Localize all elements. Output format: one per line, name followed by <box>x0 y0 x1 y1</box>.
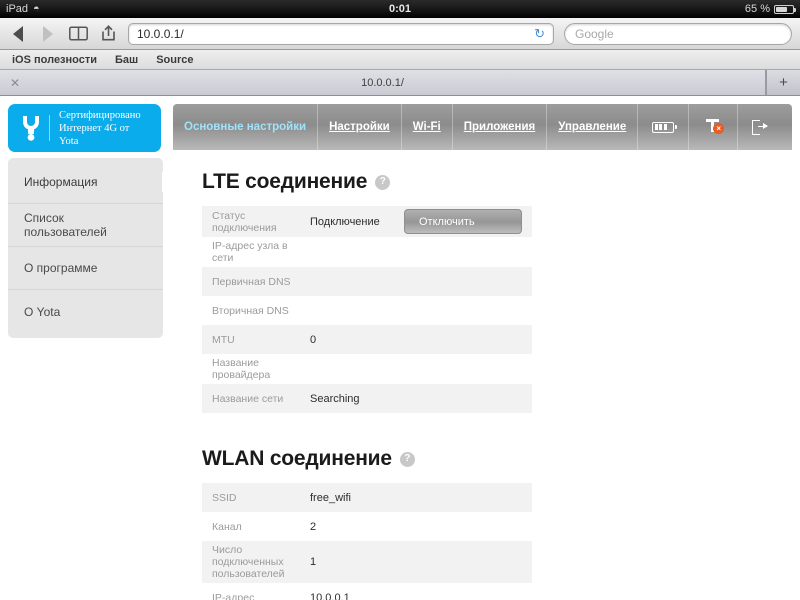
disconnect-button-label: Отключить <box>404 209 522 234</box>
battery-percent-label: 65 % <box>744 3 770 15</box>
nav-item-main-settings[interactable]: Основные настройки <box>173 104 319 150</box>
browser-toolbar: 10.0.0.1/ ↻ Google <box>0 18 800 50</box>
table-row: Канал 2 <box>202 512 532 541</box>
brand-caption-line1: Сертифицировано <box>59 109 141 121</box>
share-icon[interactable] <box>98 23 118 45</box>
nav-item-applications[interactable]: Приложения <box>453 104 548 150</box>
signal-antenna-icon: × <box>703 118 725 136</box>
table-row: Число подключенных пользователей 1 <box>202 541 532 583</box>
row-value: 0 <box>310 333 317 346</box>
nav-item-settings[interactable]: Настройки <box>318 104 402 150</box>
logout-icon <box>752 119 769 135</box>
reload-icon[interactable]: ↻ <box>534 26 545 42</box>
row-key: MTU <box>212 333 235 346</box>
row-value: Searching <box>310 392 360 405</box>
nav-logout-button[interactable] <box>738 104 783 150</box>
table-row: SSID free_wifi <box>202 483 532 512</box>
bookmark-item-source[interactable]: Source <box>156 54 193 66</box>
table-row: IP-адрес узла в сети <box>202 237 532 267</box>
row-key: Число подключенных пользователей <box>212 544 285 580</box>
lte-info-table: Статус подключения Подключение Отключить… <box>202 206 532 413</box>
row-key: Вторичная DNS <box>212 304 289 317</box>
bookmark-item-bash[interactable]: Баш <box>115 54 138 66</box>
browser-tab[interactable]: ✕ 10.0.0.1/ <box>0 70 766 95</box>
router-admin-page: Сертифицировано Интернет 4G от Yota Осно… <box>0 96 800 600</box>
table-row: IP-адрес 10.0.0.1 <box>202 583 532 600</box>
table-row: Статус подключения Подключение Отключить <box>202 206 532 237</box>
router-header: Сертифицировано Интернет 4G от Yota Осно… <box>0 96 800 158</box>
section-title-wlan: WLAN соединение ? <box>202 447 770 471</box>
wlan-info-table: SSID free_wifi Канал 2 Число подключенны… <box>202 483 532 600</box>
sidebar-item-label: О Yota <box>24 304 61 319</box>
row-key: Название сети <box>212 392 284 405</box>
nav-signal-status[interactable]: × <box>689 104 739 150</box>
search-placeholder: Google <box>575 26 614 41</box>
ios-status-bar: iPad ◓ 0:01 65 % <box>0 0 800 18</box>
disconnect-button[interactable]: Отключить <box>404 209 522 234</box>
signal-error-badge: × <box>713 123 725 134</box>
brand-caption: Сертифицировано Интернет 4G от Yota <box>59 109 151 148</box>
table-row: MTU 0 <box>202 325 532 354</box>
sidebar-item-information[interactable]: Информация <box>8 161 163 204</box>
row-key: Канал <box>212 520 242 533</box>
sidebar: Информация Список пользователей О програ… <box>8 158 163 338</box>
sidebar-item-about-yota[interactable]: О Yota <box>8 290 163 333</box>
router-nav-bar: Основные настройки Настройки Wi-Fi Прило… <box>173 104 792 150</box>
battery-icon <box>652 121 678 133</box>
row-key: Первичная DNS <box>212 275 291 288</box>
clock-label: 0:01 <box>388 3 412 15</box>
tab-bar: ✕ 10.0.0.1/ + <box>0 70 800 96</box>
nav-battery-status[interactable] <box>638 104 690 150</box>
bookmarks-bar: iOS полезности Баш Source <box>0 50 800 70</box>
sidebar-item-user-list[interactable]: Список пользователей <box>8 204 163 247</box>
forward-arrow-icon <box>38 23 58 45</box>
address-bar[interactable]: 10.0.0.1/ ↻ <box>128 22 554 45</box>
help-icon[interactable]: ? <box>399 451 415 467</box>
address-bar-value: 10.0.0.1/ <box>137 26 184 41</box>
router-body: Информация Список пользователей О програ… <box>0 158 800 600</box>
row-value: 2 <box>310 520 317 533</box>
yota-logo-icon <box>18 113 44 143</box>
ios-status-right: 65 % <box>744 3 796 15</box>
table-row: Вторичная DNS <box>202 296 532 325</box>
sidebar-item-label: Информация <box>24 175 98 189</box>
row-key: Статус подключения <box>212 209 277 234</box>
row-value: Подключение <box>310 215 380 228</box>
nav-item-wifi[interactable]: Wi-Fi <box>402 104 453 150</box>
bookmark-item-ios[interactable]: iOS полезности <box>12 54 97 66</box>
brand-caption-line2: Интернет 4G от Yota <box>59 122 130 147</box>
sidebar-item-label: Список пользователей <box>24 211 107 239</box>
row-value: 10.0.0.1 <box>310 591 350 600</box>
section-title-text: WLAN соединение <box>202 447 392 470</box>
search-input[interactable]: Google <box>564 22 792 45</box>
book-icon[interactable] <box>68 23 88 45</box>
section-title-lte: LTE соединение ? <box>202 170 770 194</box>
content-panel: LTE соединение ? Статус подключения Подк… <box>180 158 792 600</box>
row-key: IP-адрес узла в сети <box>212 240 288 264</box>
table-row: Название сети Searching <box>202 384 532 413</box>
brand-divider <box>49 115 50 141</box>
row-key: Название провайдера <box>212 357 271 381</box>
new-tab-button[interactable]: + <box>766 70 800 95</box>
table-row: Первичная DNS <box>202 267 532 296</box>
row-value: 1 <box>310 556 317 568</box>
back-arrow-icon[interactable] <box>8 23 28 45</box>
sidebar-item-about-program[interactable]: О программе <box>8 247 163 290</box>
row-key: SSID <box>212 491 237 504</box>
browser-tab-title: 10.0.0.1/ <box>361 76 404 89</box>
table-row: Название провайдера <box>202 354 532 384</box>
section-title-text: LTE соединение <box>202 170 368 193</box>
row-key: IP-адрес <box>212 591 255 600</box>
sidebar-item-label: О программе <box>24 261 98 275</box>
yota-brand-badge: Сертифицировано Интернет 4G от Yota <box>8 104 161 152</box>
row-value: free_wifi <box>310 491 351 504</box>
help-icon[interactable]: ? <box>375 174 391 190</box>
nav-item-management[interactable]: Управление <box>547 104 639 150</box>
battery-icon <box>774 4 796 14</box>
